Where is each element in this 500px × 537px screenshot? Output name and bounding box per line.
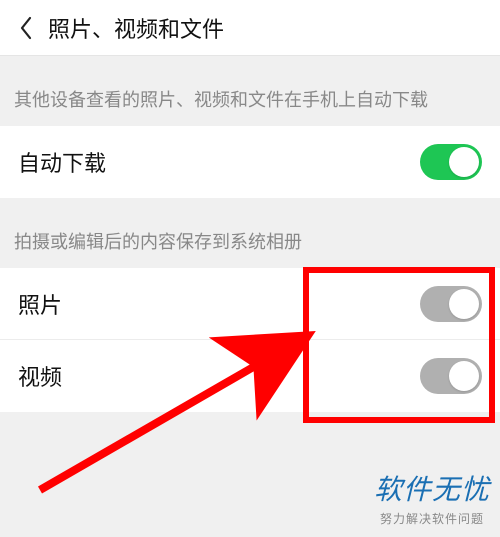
row-label-video: 视频 — [18, 360, 62, 392]
header: 照片、视频和文件 — [0, 0, 500, 56]
row-label-auto-download: 自动下载 — [18, 146, 106, 178]
watermark-main: 软件无忧 — [374, 468, 490, 508]
row-label-photo: 照片 — [18, 288, 62, 320]
row-video[interactable]: 视频 — [0, 340, 500, 412]
toggle-photo[interactable] — [420, 286, 482, 322]
toggle-thumb — [449, 289, 479, 319]
section-header-save-gallery: 拍摄或编辑后的内容保存到系统相册 — [0, 198, 500, 268]
toggle-video[interactable] — [420, 358, 482, 394]
toggle-thumb — [449, 361, 479, 391]
toggle-auto-download[interactable] — [420, 144, 482, 180]
watermark-sub: 努力解决软件问题 — [374, 510, 490, 527]
section-auto-download: 自动下载 — [0, 126, 500, 198]
watermark: 软件无忧 努力解决软件问题 — [374, 468, 490, 527]
toggle-thumb — [449, 147, 479, 177]
section-save-gallery: 照片 视频 — [0, 268, 500, 412]
row-auto-download[interactable]: 自动下载 — [0, 126, 500, 198]
page-title: 照片、视频和文件 — [48, 12, 224, 44]
row-photo[interactable]: 照片 — [0, 268, 500, 340]
back-icon[interactable] — [12, 14, 40, 42]
section-header-auto-download: 其他设备查看的照片、视频和文件在手机上自动下载 — [0, 56, 500, 126]
